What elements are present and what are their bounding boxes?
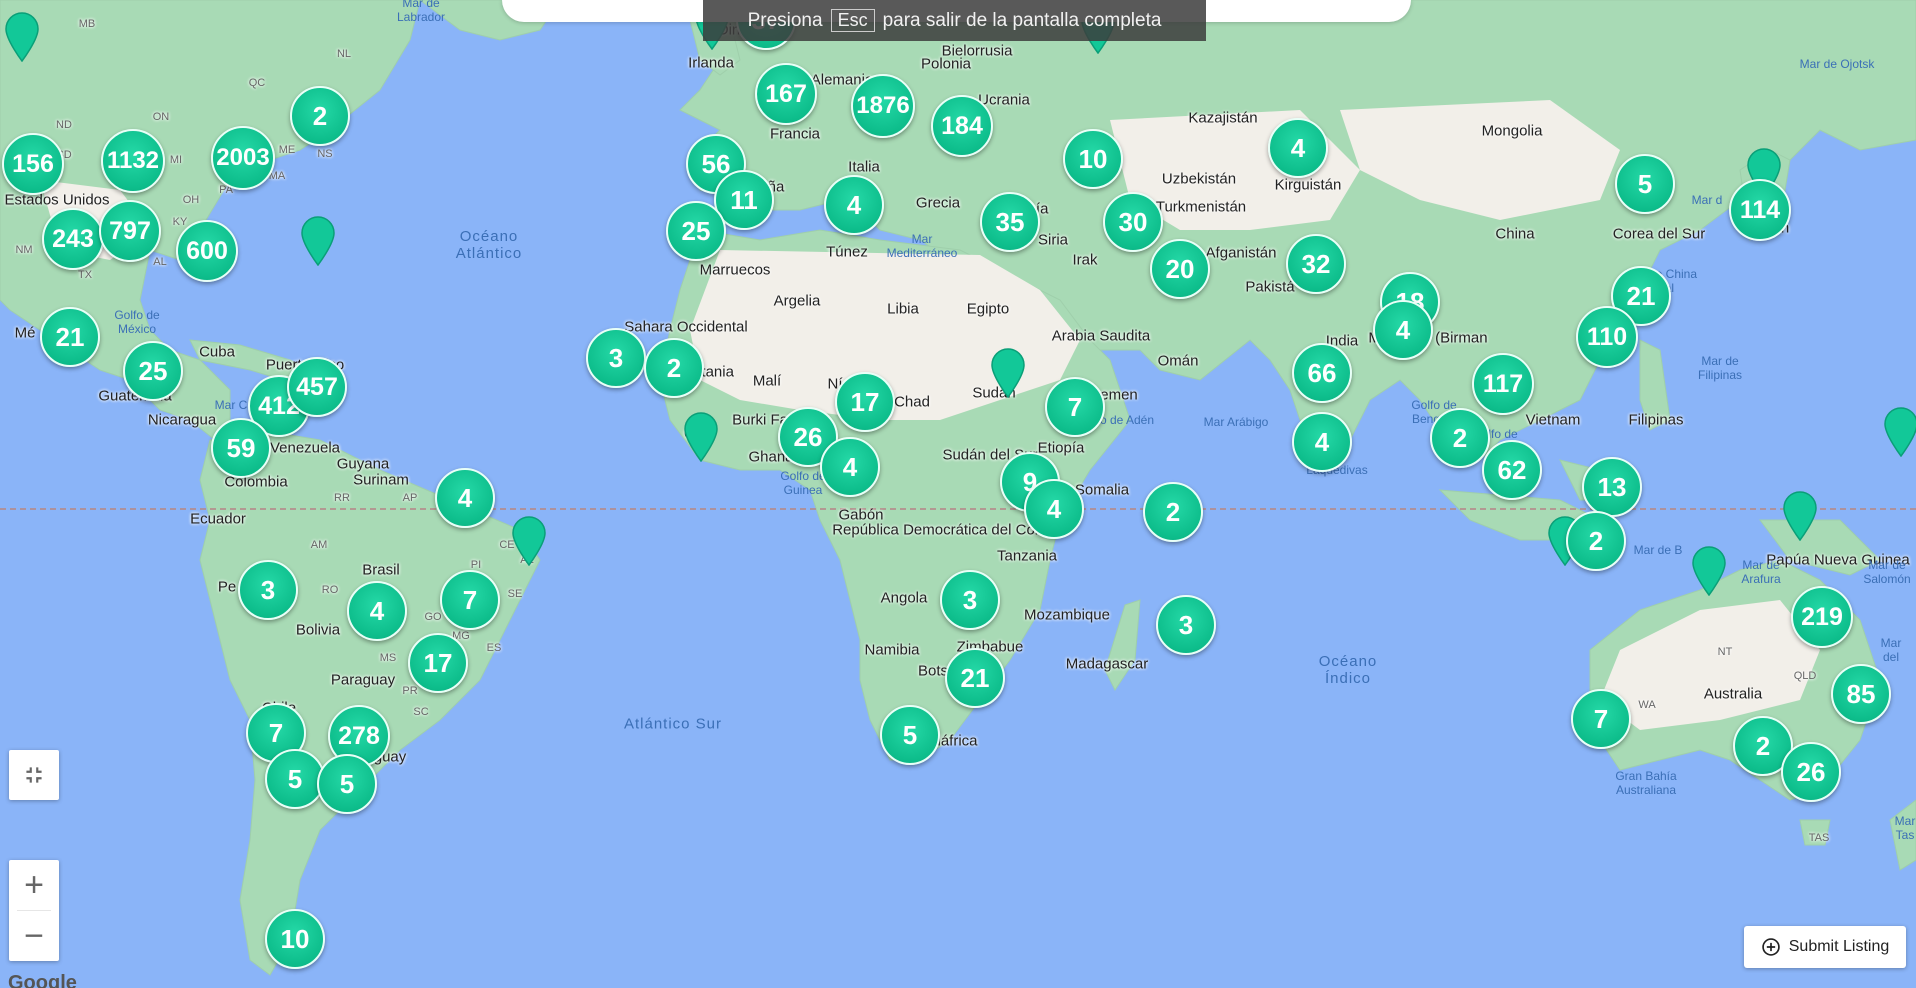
map-pin-icon bbox=[684, 412, 718, 463]
cluster-marker[interactable]: 7 bbox=[440, 570, 500, 630]
listing-pin[interactable] bbox=[510, 514, 548, 567]
cluster-marker[interactable]: 797 bbox=[99, 200, 161, 262]
cluster-marker[interactable]: 156 bbox=[2, 133, 64, 195]
cluster-marker[interactable]: 26 bbox=[1781, 742, 1841, 802]
cluster-marker[interactable]: 3 bbox=[940, 570, 1000, 630]
map-pin-icon bbox=[1692, 546, 1726, 597]
cluster-marker[interactable]: 219 bbox=[1791, 586, 1853, 648]
plus-circle-icon bbox=[1762, 938, 1780, 956]
zoom-out-button[interactable]: − bbox=[9, 911, 59, 961]
cluster-marker[interactable]: 2 bbox=[1430, 408, 1490, 468]
cluster-marker[interactable]: 13 bbox=[1582, 457, 1642, 517]
fullscreen-notice-before: Presiona bbox=[747, 9, 823, 31]
cluster-marker[interactable]: 114 bbox=[1729, 179, 1791, 241]
map-viewport[interactable]: MB Mar de Labrador NL QC ON ND SD MI ME NS PA MA OH K… bbox=[0, 0, 1916, 988]
listing-pin[interactable] bbox=[989, 346, 1027, 399]
cluster-marker[interactable]: 1876 bbox=[851, 74, 915, 138]
map-pin-icon bbox=[301, 216, 335, 267]
cluster-marker[interactable]: 5 bbox=[880, 705, 940, 765]
listing-pin[interactable] bbox=[1690, 544, 1728, 597]
cluster-marker[interactable]: 7 bbox=[1045, 377, 1105, 437]
cluster-marker[interactable]: 10 bbox=[265, 909, 325, 969]
cluster-marker[interactable]: 457 bbox=[287, 357, 347, 417]
cluster-marker[interactable]: 2 bbox=[644, 338, 704, 398]
cluster-marker[interactable]: 59 bbox=[211, 418, 271, 478]
cluster-marker[interactable]: 4 bbox=[1024, 479, 1084, 539]
cluster-marker[interactable]: 4 bbox=[1373, 300, 1433, 360]
cluster-marker[interactable]: 5 bbox=[265, 749, 325, 809]
cluster-marker[interactable]: 21 bbox=[40, 307, 100, 367]
cluster-marker[interactable]: 4 bbox=[347, 581, 407, 641]
cluster-marker[interactable]: 600 bbox=[176, 220, 238, 282]
cluster-marker[interactable]: 20 bbox=[1150, 239, 1210, 299]
cluster-marker[interactable]: 243 bbox=[42, 208, 104, 270]
cluster-marker[interactable]: 10 bbox=[1063, 129, 1123, 189]
cluster-marker[interactable]: 62 bbox=[1482, 440, 1542, 500]
submit-listing-button[interactable]: Submit Listing bbox=[1744, 926, 1906, 968]
cluster-marker[interactable]: 4 bbox=[824, 175, 884, 235]
cluster-marker[interactable]: 1132 bbox=[101, 129, 165, 193]
fullscreen-notice: Presiona Esc para salir de la pantalla c… bbox=[703, 0, 1206, 41]
cluster-marker[interactable]: 4 bbox=[1292, 412, 1352, 472]
cluster-marker[interactable]: 32 bbox=[1286, 234, 1346, 294]
cluster-marker[interactable]: 30 bbox=[1103, 192, 1163, 252]
map-pin-icon bbox=[1884, 407, 1916, 458]
map-pin-icon bbox=[1783, 491, 1817, 542]
cluster-marker[interactable]: 17 bbox=[408, 633, 468, 693]
fullscreen-exit-icon bbox=[26, 767, 42, 783]
cluster-marker[interactable]: 167 bbox=[755, 63, 817, 125]
submit-listing-label: Submit Listing bbox=[1788, 938, 1890, 955]
listing-pin[interactable] bbox=[299, 214, 337, 267]
listing-pin[interactable] bbox=[1781, 489, 1819, 542]
google-logo: Google bbox=[8, 972, 77, 988]
listing-pin[interactable] bbox=[3, 10, 41, 63]
cluster-marker[interactable]: 66 bbox=[1292, 343, 1352, 403]
cluster-marker[interactable]: 17 bbox=[835, 372, 895, 432]
map-pin-icon bbox=[5, 12, 39, 63]
cluster-marker[interactable]: 2 bbox=[1143, 482, 1203, 542]
cluster-marker[interactable]: 4 bbox=[820, 437, 880, 497]
zoom-in-button[interactable]: + bbox=[9, 860, 59, 910]
listing-pin[interactable] bbox=[1882, 405, 1916, 458]
listing-pin[interactable] bbox=[682, 410, 720, 463]
fullscreen-notice-after: para salir de la pantalla completa bbox=[882, 9, 1162, 31]
cluster-marker[interactable]: 5 bbox=[1615, 154, 1675, 214]
cluster-marker[interactable]: 117 bbox=[1472, 353, 1534, 415]
cluster-marker[interactable]: 4 bbox=[435, 468, 495, 528]
cluster-marker[interactable]: 2003 bbox=[211, 126, 275, 190]
cluster-marker[interactable]: 85 bbox=[1831, 664, 1891, 724]
cluster-marker[interactable]: 2 bbox=[290, 86, 350, 146]
cluster-marker[interactable]: 7 bbox=[1571, 689, 1631, 749]
map-pin-icon bbox=[991, 348, 1025, 399]
zoom-controls: + − bbox=[9, 860, 59, 961]
map-pin-icon bbox=[512, 516, 546, 567]
cluster-marker[interactable]: 3 bbox=[586, 328, 646, 388]
cluster-marker[interactable]: 110 bbox=[1576, 306, 1638, 368]
esc-key: Esc bbox=[830, 9, 875, 32]
cluster-marker[interactable]: 25 bbox=[666, 201, 726, 261]
cluster-marker[interactable]: 3 bbox=[1156, 595, 1216, 655]
cluster-marker[interactable]: 4 bbox=[1268, 118, 1328, 178]
exit-fullscreen-button[interactable] bbox=[9, 750, 59, 800]
cluster-marker[interactable]: 25 bbox=[123, 341, 183, 401]
cluster-marker[interactable]: 184 bbox=[931, 95, 993, 157]
cluster-marker[interactable]: 2 bbox=[1566, 511, 1626, 571]
cluster-marker[interactable]: 21 bbox=[945, 648, 1005, 708]
cluster-marker[interactable]: 35 bbox=[980, 192, 1040, 252]
cluster-marker[interactable]: 5 bbox=[317, 754, 377, 814]
cluster-marker[interactable]: 3 bbox=[238, 560, 298, 620]
